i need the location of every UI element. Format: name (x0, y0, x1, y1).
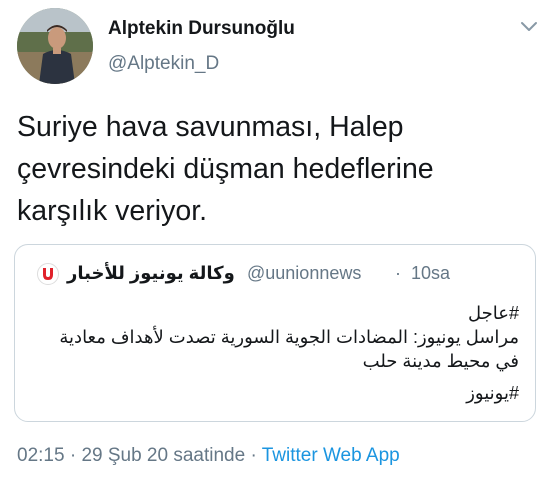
tweet-text-line: çevresindeki düşman hedeflerine (17, 153, 434, 185)
quoted-tweet-card[interactable]: وكالة يونيوز للأخبار @uunionnews · 10sa … (14, 244, 536, 422)
uunion-logo-icon (37, 263, 59, 285)
separator-dot: · (395, 263, 401, 283)
tweet-source-link[interactable]: Twitter Web App (262, 445, 400, 466)
tweet-text: Suriye hava savunması, Halep çevresindek… (17, 106, 527, 232)
tweet-text-line: Suriye hava savunması, Halep (17, 111, 404, 143)
author-handle[interactable]: @Alptekin_D (108, 53, 219, 75)
author-display-name[interactable]: Alptekin Dursunoğlu (108, 18, 295, 40)
quoted-timestamp[interactable]: 10sa (411, 263, 450, 284)
tweet-date[interactable]: 29 Şub 20 saatinde (81, 445, 245, 466)
tweet-metadata: 02:15 · 29 Şub 20 saatinde · Twitter Web… (17, 445, 400, 467)
quoted-text-line: في محيط مدينة حلب (362, 351, 519, 371)
quoted-tweet-text: #عاجل مراسل يونيوز: المضادات الجوية السو… (29, 301, 519, 405)
tweet-text-line: karşılık veriyor. (17, 195, 208, 227)
quoted-tweet-header: وكالة يونيوز للأخبار @uunionnews · 10sa (37, 261, 525, 287)
avatar[interactable] (17, 8, 93, 84)
quoted-author-name[interactable]: وكالة يونيوز للأخبار (67, 263, 235, 284)
quoted-text-line: #يونيوز (466, 383, 519, 403)
separator-dot: · (69, 445, 77, 466)
tweet: Alptekin Dursunoğlu @Alptekin_D Suriye h… (0, 0, 555, 491)
chevron-down-icon[interactable] (520, 20, 538, 34)
quoted-author-handle[interactable]: @uunionnews (247, 263, 361, 284)
avatar-photo (17, 8, 93, 84)
quoted-text-line: مراسل يونيوز: المضادات الجوية السورية تص… (59, 327, 519, 347)
separator-dot: · (250, 445, 257, 466)
quoted-text-line: #عاجل (468, 303, 519, 323)
tweet-time[interactable]: 02:15 (17, 445, 65, 466)
